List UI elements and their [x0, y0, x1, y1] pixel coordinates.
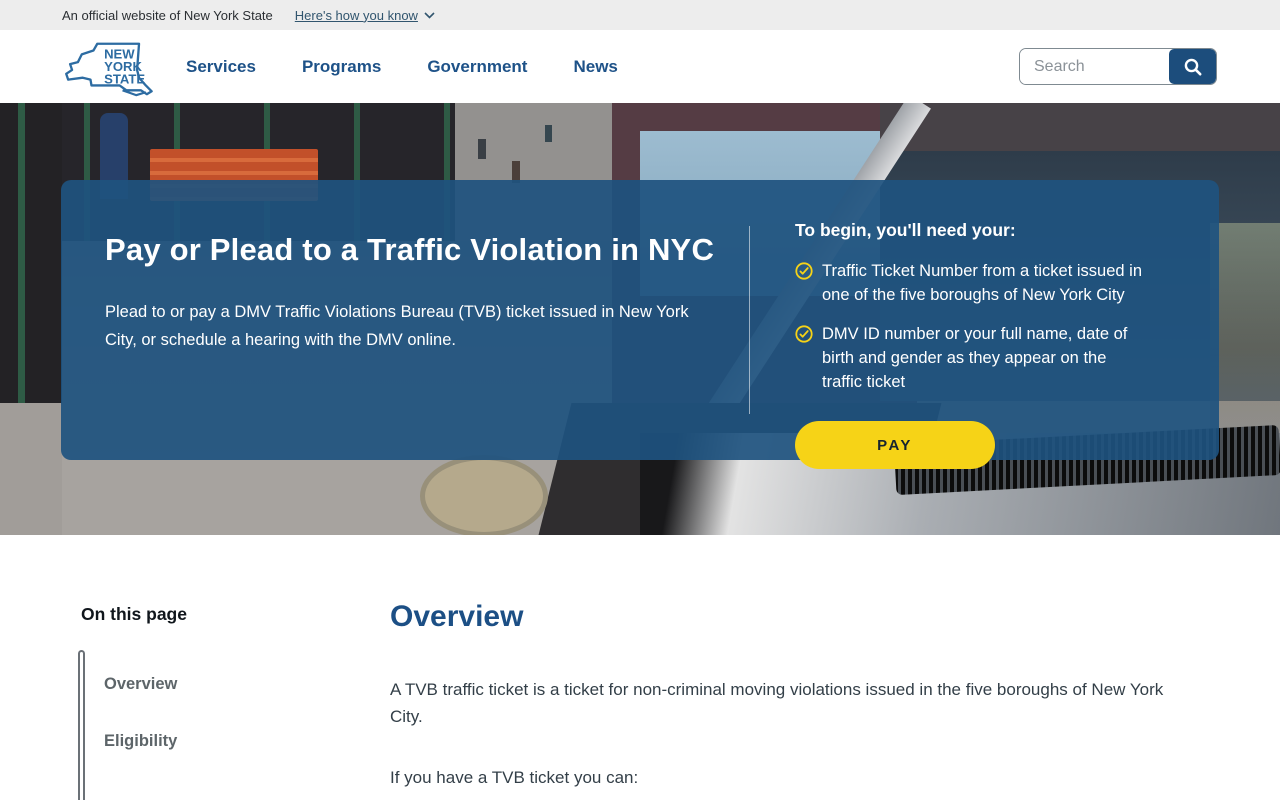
pay-button[interactable]: PAY — [795, 421, 995, 469]
scrollspy-track — [78, 650, 85, 800]
search-input[interactable] — [1020, 49, 1169, 84]
nav-item-news[interactable]: News — [573, 57, 617, 77]
check-circle-icon — [795, 262, 813, 280]
page-title: Pay or Plead to a Traffic Violation in N… — [105, 232, 715, 267]
list-item: Overview — [104, 675, 331, 694]
logo-text-state: STATE — [104, 71, 145, 86]
hero-section: Pay or Plead to a Traffic Violation in N… — [0, 103, 1280, 535]
section-heading-overview: Overview — [390, 600, 524, 633]
on-this-page-nav: On this page Overview Eligibility — [78, 604, 331, 800]
photo-car-roof — [880, 103, 1280, 151]
on-this-page-links: Overview Eligibility — [104, 675, 331, 751]
check-circle-icon — [795, 325, 813, 343]
requirement-item: DMV ID number or your full name, date of… — [795, 322, 1150, 394]
list-item: Eligibility — [104, 732, 331, 751]
photo-pedestrian — [478, 139, 486, 159]
hero-main: Pay or Plead to a Traffic Violation in N… — [61, 180, 749, 460]
chevron-down-icon — [424, 11, 435, 19]
hero-panel: Pay or Plead to a Traffic Violation in N… — [61, 180, 1219, 469]
requirements-list: Traffic Ticket Number from a ticket issu… — [795, 259, 1150, 394]
photo-windshield-reflection — [1210, 223, 1280, 433]
overview-paragraph: A TVB traffic ticket is a ticket for non… — [390, 680, 1164, 726]
requirements-heading: To begin, you'll need your: — [795, 220, 1016, 240]
page-nav-link-overview[interactable]: Overview — [104, 675, 177, 693]
search-button[interactable] — [1169, 49, 1216, 84]
requirement-text: DMV ID number or your full name, date of… — [822, 325, 1128, 391]
official-banner-text: An official website of New York State — [62, 7, 273, 23]
photo-left-sidewalk — [0, 403, 62, 535]
nys-logo[interactable]: NEW YORK STATE — [58, 35, 156, 101]
heres-how-you-know-link[interactable]: Here's how you know — [295, 8, 435, 23]
page-description: Plead to or pay a DMV Traffic Violations… — [105, 303, 689, 349]
search-icon — [1184, 58, 1202, 76]
page-nav-link-eligibility[interactable]: Eligibility — [104, 732, 177, 750]
hero-aside: To begin, you'll need your: Traffic Tick… — [750, 180, 1170, 469]
page-content: On this page Overview Eligibility Overvi… — [0, 535, 1280, 800]
official-banner: An official website of New York State He… — [0, 0, 1280, 30]
photo-manhole-cover — [420, 455, 548, 535]
on-this-page-heading: On this page — [81, 604, 187, 624]
nav-item-government[interactable]: Government — [427, 57, 527, 77]
nav-item-programs[interactable]: Programs — [302, 57, 381, 77]
site-header: NEW YORK STATE Services Programs Governm… — [0, 30, 1280, 103]
photo-left-scaffold — [0, 103, 62, 403]
main-article: Overview A TVB traffic ticket is a ticke… — [390, 600, 1180, 800]
photo-pedestrian — [545, 125, 552, 142]
nav-item-services[interactable]: Services — [186, 57, 256, 77]
heres-how-you-know-label: Here's how you know — [294, 7, 418, 23]
search-form — [1019, 48, 1217, 85]
requirement-text: Traffic Ticket Number from a ticket issu… — [822, 262, 1143, 304]
requirement-item: Traffic Ticket Number from a ticket issu… — [795, 259, 1150, 307]
main-nav: Services Programs Government News — [186, 57, 618, 77]
photo-left-pole — [18, 103, 25, 403]
overview-paragraph: If you have a TVB ticket you can: — [390, 768, 639, 787]
